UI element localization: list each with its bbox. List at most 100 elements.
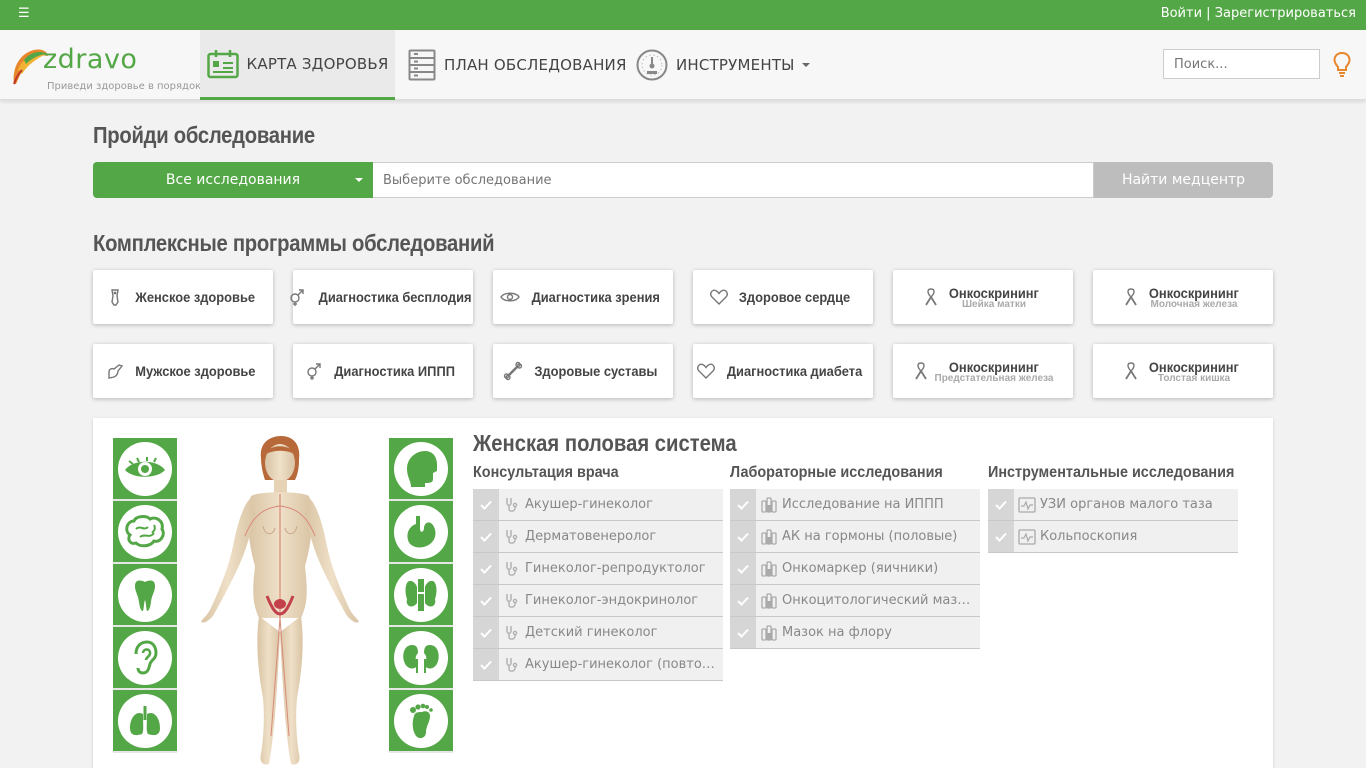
- exam-list-item-label: УЗИ органов малого таза: [1040, 497, 1213, 512]
- checkmark-icon[interactable]: [473, 521, 499, 552]
- program-card-onco-breast[interactable]: Онкоскрининг Молочная железа: [1093, 270, 1273, 324]
- program-card-diabetes[interactable]: Диагностика диабета: [693, 344, 873, 398]
- exam-list-item[interactable]: Онкоцитологический мазок: [730, 585, 980, 617]
- brand-name: zdravo: [43, 44, 138, 75]
- organ-brain-button[interactable]: [113, 501, 177, 564]
- stethoscope-icon: [499, 593, 525, 609]
- exam-list-item-label: Детский гинеколог: [525, 625, 658, 640]
- program-card-onco-cervix[interactable]: Онкоскрининг Шейка матки: [893, 270, 1073, 324]
- checkmark-icon[interactable]: [730, 585, 756, 616]
- exam-list-item[interactable]: АК на гормоны (половые): [730, 521, 980, 553]
- category-dropdown-label: Все исследования: [165, 172, 301, 188]
- exam-list-item[interactable]: Онкомаркер (яичники): [730, 553, 980, 585]
- program-card-label: Диагностика ИППП: [334, 363, 456, 379]
- program-card-infertility[interactable]: Диагностика бесплодия: [290, 270, 473, 324]
- hamburger-icon[interactable]: ☰: [18, 6, 30, 21]
- checkmark-icon[interactable]: [473, 553, 499, 584]
- program-card-onco-colon[interactable]: Онкоскрининг Толстая кишка: [1093, 344, 1273, 398]
- organ-column-left: [113, 438, 177, 753]
- exam-list-item[interactable]: Кольпоскопия: [988, 521, 1238, 553]
- brain-icon: [125, 514, 165, 547]
- checkmark-icon[interactable]: [473, 649, 499, 680]
- organ-thyroid-button[interactable]: [389, 564, 453, 627]
- main-navbar: zdravo Приведи здоровье в порядок КАРТА …: [0, 30, 1366, 100]
- lab-tests-title: Лабораторные исследования: [730, 464, 943, 481]
- exam-list-item-label: Мазок на флору: [782, 625, 892, 640]
- body-map-panel: Женская половая система Консультация вра…: [93, 418, 1273, 768]
- checkmark-icon[interactable]: [730, 617, 756, 648]
- register-link[interactable]: Зарегистрироваться: [1215, 6, 1356, 21]
- program-card-label: Женское здоровье: [135, 289, 255, 305]
- checkmark-icon[interactable]: [473, 489, 499, 520]
- organ-stomach-button[interactable]: [389, 501, 453, 564]
- checkmark-icon[interactable]: [730, 489, 756, 520]
- exam-list-item[interactable]: Мазок на флору: [730, 617, 980, 649]
- bone-icon: [503, 361, 523, 381]
- organ-lungs-button[interactable]: [113, 690, 177, 753]
- brand-slogan: Приведи здоровье в порядок: [47, 81, 202, 92]
- exam-list-item[interactable]: УЗИ органов малого таза: [988, 489, 1238, 521]
- heart-icon: [710, 289, 729, 305]
- program-card-onco-prostate[interactable]: Онкоскрининг Предстательная железа: [893, 344, 1073, 398]
- lungs-icon: [130, 705, 160, 735]
- eye-icon: [500, 292, 521, 302]
- program-card-mens-health[interactable]: Мужское здоровье: [93, 344, 273, 398]
- login-link[interactable]: Войти: [1161, 6, 1202, 21]
- stethoscope-icon: [499, 625, 525, 641]
- program-card-label: Здоровые суставы: [534, 363, 658, 379]
- logo[interactable]: zdravo Приведи здоровье в порядок: [10, 40, 201, 92]
- stomach-icon: [407, 515, 436, 547]
- exam-list-item[interactable]: Исследование на ИППП: [730, 489, 980, 521]
- organ-kidneys-button[interactable]: [389, 627, 453, 690]
- program-card-vision[interactable]: Диагностика зрения: [493, 270, 673, 324]
- program-card-joints[interactable]: Здоровые суставы: [493, 344, 673, 398]
- organ-eye-button[interactable]: [113, 438, 177, 501]
- organ-tooth-button[interactable]: [113, 564, 177, 627]
- human-body-figure[interactable]: [193, 436, 368, 768]
- exam-list-item-label: Кольпоскопия: [1040, 529, 1138, 544]
- exam-list-item-label: Онкоцитологический мазок: [782, 593, 972, 608]
- organ-foot-button[interactable]: [389, 690, 453, 753]
- heart-icon: [697, 363, 716, 379]
- site-search-input[interactable]: [1163, 49, 1320, 79]
- program-card-label: Здоровое сердце: [739, 289, 851, 305]
- checkmark-icon[interactable]: [730, 553, 756, 584]
- program-card-sti[interactable]: Диагностика ИППП: [293, 344, 473, 398]
- exam-list-item-label: Акушер-гинеколог (повторный прием): [525, 657, 715, 672]
- lightbulb-icon[interactable]: [1333, 51, 1351, 77]
- exam-list-item[interactable]: Акушер-гинеколог (повторный прием): [473, 649, 723, 681]
- nav-tools[interactable]: ИНСТРУМЕНТЫ: [636, 30, 810, 100]
- checkmark-icon[interactable]: [473, 617, 499, 648]
- nav-exam-plan[interactable]: ПЛАН ОБСЛЕДОВАНИЯ: [408, 30, 627, 100]
- exam-section-title: Пройди обследование: [93, 122, 315, 148]
- ribbon-icon: [925, 288, 937, 306]
- checkmark-icon[interactable]: [988, 521, 1014, 552]
- exam-list-item-label: АК на гормоны (половые): [782, 529, 958, 544]
- find-medcenter-button[interactable]: Найти медцентр: [1094, 162, 1273, 198]
- organ-head-button[interactable]: [389, 438, 453, 501]
- exam-list-item[interactable]: Дерматовенеролог: [473, 521, 723, 553]
- program-card-womens-health[interactable]: Женское здоровье: [93, 270, 273, 324]
- exam-list-item[interactable]: Акушер-гинеколог: [473, 489, 723, 521]
- test-tubes-icon: [756, 592, 782, 609]
- kidneys-icon: [403, 644, 439, 673]
- female-icon: [111, 289, 119, 306]
- program-card-label: Онкоскрининг: [1148, 358, 1240, 375]
- program-card-healthy-heart[interactable]: Здоровое сердце: [693, 270, 873, 324]
- exam-list-item[interactable]: Гинеколог-репродуктолог: [473, 553, 723, 585]
- nav-health-card[interactable]: КАРТА ЗДОРОВЬЯ: [200, 30, 395, 100]
- foot-icon: [410, 703, 433, 738]
- ribbon-icon: [1125, 288, 1137, 306]
- checkmark-icon[interactable]: [473, 585, 499, 616]
- category-dropdown[interactable]: Все исследования: [93, 162, 373, 198]
- male-icon: [107, 364, 123, 379]
- exam-list-item[interactable]: Гинеколог-эндокринолог: [473, 585, 723, 617]
- stethoscope-icon: [499, 529, 525, 545]
- gender-symbols-icon: [307, 363, 322, 380]
- organ-ear-button[interactable]: [113, 627, 177, 690]
- checkmark-icon[interactable]: [730, 521, 756, 552]
- exam-select-input[interactable]: [373, 162, 1094, 198]
- exam-list-item[interactable]: Детский гинеколог: [473, 617, 723, 649]
- exam-list-item-label: Дерматовенеролог: [525, 529, 657, 544]
- checkmark-icon[interactable]: [988, 489, 1014, 520]
